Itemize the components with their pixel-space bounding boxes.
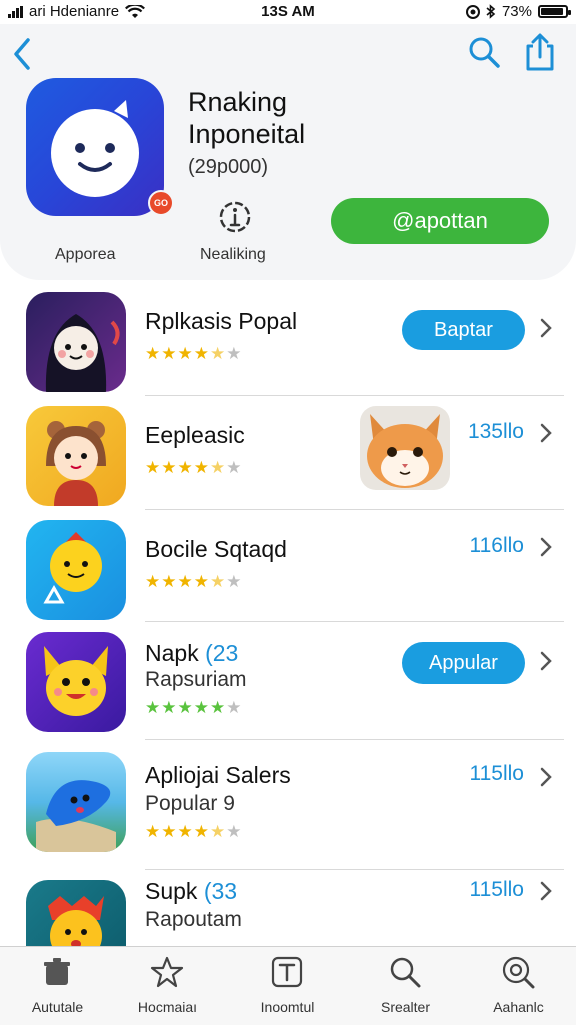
list-item[interactable]: Apliojai Salers Popular 9 ★★★★★★ 115llo xyxy=(0,740,576,870)
carrier-name: ari Hdenianre xyxy=(29,3,120,20)
location-icon xyxy=(465,4,480,19)
list-item[interactable]: Supk (33 Rapoutam 115llo xyxy=(0,870,576,946)
tab-label: Aahanlc xyxy=(493,999,544,1015)
install-button[interactable]: @apottan xyxy=(331,198,549,244)
app-badge: GO xyxy=(148,190,174,216)
app-title: Napk (23 xyxy=(145,640,238,667)
bear-girl-icon xyxy=(46,421,106,506)
tab-today[interactable]: Aututale xyxy=(0,947,115,1025)
battery-percent: 73% xyxy=(501,3,532,20)
star-rating: ★★★★★★ xyxy=(145,822,243,841)
chevron-right-icon[interactable] xyxy=(538,880,554,902)
app-icon[interactable] xyxy=(26,78,164,216)
app-icon[interactable] xyxy=(26,880,126,946)
app-subtitle: Popular 9 xyxy=(145,792,235,815)
trash-bin-icon xyxy=(44,958,70,985)
app-title: Rplkasis Popal xyxy=(145,308,298,334)
chevron-right-icon[interactable] xyxy=(538,766,554,788)
app-title: Supk (33 xyxy=(145,878,237,905)
app-title: Eepleasic xyxy=(145,422,245,448)
app-title-text: Supk xyxy=(145,878,198,904)
app-icon[interactable] xyxy=(26,632,126,732)
app-title-text: Napk xyxy=(145,640,199,666)
signal-icon xyxy=(8,5,23,18)
cat-icon xyxy=(367,414,443,488)
emoji-face-icon xyxy=(43,532,102,604)
chevron-right-icon[interactable] xyxy=(538,422,554,444)
search-icon xyxy=(390,957,421,988)
price-label[interactable]: 115llo xyxy=(470,762,525,786)
text-box-icon xyxy=(271,956,303,988)
app-subtitle: Rapoutam xyxy=(145,908,242,931)
app-icon[interactable] xyxy=(26,752,126,852)
tab-bar: Aututale Hocmaiaı Inoomtul Srealter Aaha… xyxy=(0,946,576,1025)
bluetooth-icon xyxy=(486,4,496,19)
chevron-right-icon[interactable] xyxy=(538,536,554,558)
get-button[interactable]: Baptar xyxy=(402,310,525,350)
search-icon[interactable] xyxy=(466,34,502,70)
app-title-accent: (33 xyxy=(203,878,238,904)
wifi-icon xyxy=(125,4,146,18)
info-gear-icon[interactable] xyxy=(216,198,254,236)
tab-label: Hocmaiaı xyxy=(137,999,198,1015)
tab-search[interactable]: Srealter xyxy=(348,947,463,1025)
chevron-right-icon[interactable] xyxy=(538,317,554,339)
get-button[interactable]: Appular xyxy=(402,642,525,684)
fox-character-icon xyxy=(44,646,108,716)
tab-label: Srealter xyxy=(380,999,431,1015)
list-item[interactable]: Napk (23 Rapsuriam ★★★★★★ Appular xyxy=(0,622,576,740)
status-left: ari Hdenianre xyxy=(8,3,146,20)
status-bar: ari Hdenianre 13S AM 73% xyxy=(0,0,576,24)
meta-left-label: Apporea xyxy=(55,246,116,263)
share-icon[interactable] xyxy=(522,32,558,72)
app-title-line2: Inponeital xyxy=(188,119,306,149)
star-rating: ★★★★★★ xyxy=(145,458,243,477)
smiley-face-icon xyxy=(51,100,139,197)
star-icon xyxy=(150,956,184,988)
star-rating: ★★★★★★ xyxy=(145,344,243,363)
app-title-accent: (23 xyxy=(205,640,239,666)
app-icon[interactable] xyxy=(26,520,126,620)
battery-icon xyxy=(538,5,571,18)
star-rating: ★★★★★★ xyxy=(145,698,243,717)
price-label[interactable]: 115llo xyxy=(470,878,525,902)
status-right: 73% xyxy=(465,3,571,20)
chevron-right-icon[interactable] xyxy=(538,650,554,672)
app-title: Bocile Sqtaqd xyxy=(145,536,287,562)
star-rating: ★★★★★★ xyxy=(145,572,243,591)
search-circle-icon xyxy=(502,956,535,989)
preview-image[interactable] xyxy=(360,406,450,490)
tab-label: Aututale xyxy=(31,999,84,1015)
tab-arcade[interactable]: Aahanlc xyxy=(461,947,576,1025)
app-title: Rnaking Inponeital xyxy=(188,86,305,150)
price-label[interactable]: 135llo xyxy=(468,420,524,444)
back-chevron-icon[interactable] xyxy=(8,34,36,74)
hooded-character-icon xyxy=(45,314,120,392)
list-item[interactable]: Rplkasis Popal ★★★★★★ Baptar xyxy=(0,284,576,396)
yellow-character-icon xyxy=(48,896,104,946)
tab-apps[interactable]: Inoomtul xyxy=(230,947,345,1025)
blue-creature-icon xyxy=(36,780,116,852)
tab-label: Inoomtul xyxy=(260,999,315,1015)
app-title-line1: Rnaking xyxy=(188,87,288,117)
app-rating-count: (29p000) xyxy=(188,156,269,178)
price-label[interactable]: 116llo xyxy=(470,534,525,558)
meta-mid-label: Nealiking xyxy=(200,246,266,263)
app-subtitle: Rapsuriam xyxy=(145,668,247,691)
tab-games[interactable]: Hocmaiaı xyxy=(110,947,225,1025)
app-icon[interactable] xyxy=(26,292,126,392)
app-icon[interactable] xyxy=(26,406,126,506)
list-item[interactable]: Bocile Sqtaqd ★★★★★★ 116llo xyxy=(0,510,576,622)
app-title: Apliojai Salers xyxy=(145,762,291,788)
list-item[interactable]: Eepleasic ★★★★★★ 135llo xyxy=(0,396,576,510)
